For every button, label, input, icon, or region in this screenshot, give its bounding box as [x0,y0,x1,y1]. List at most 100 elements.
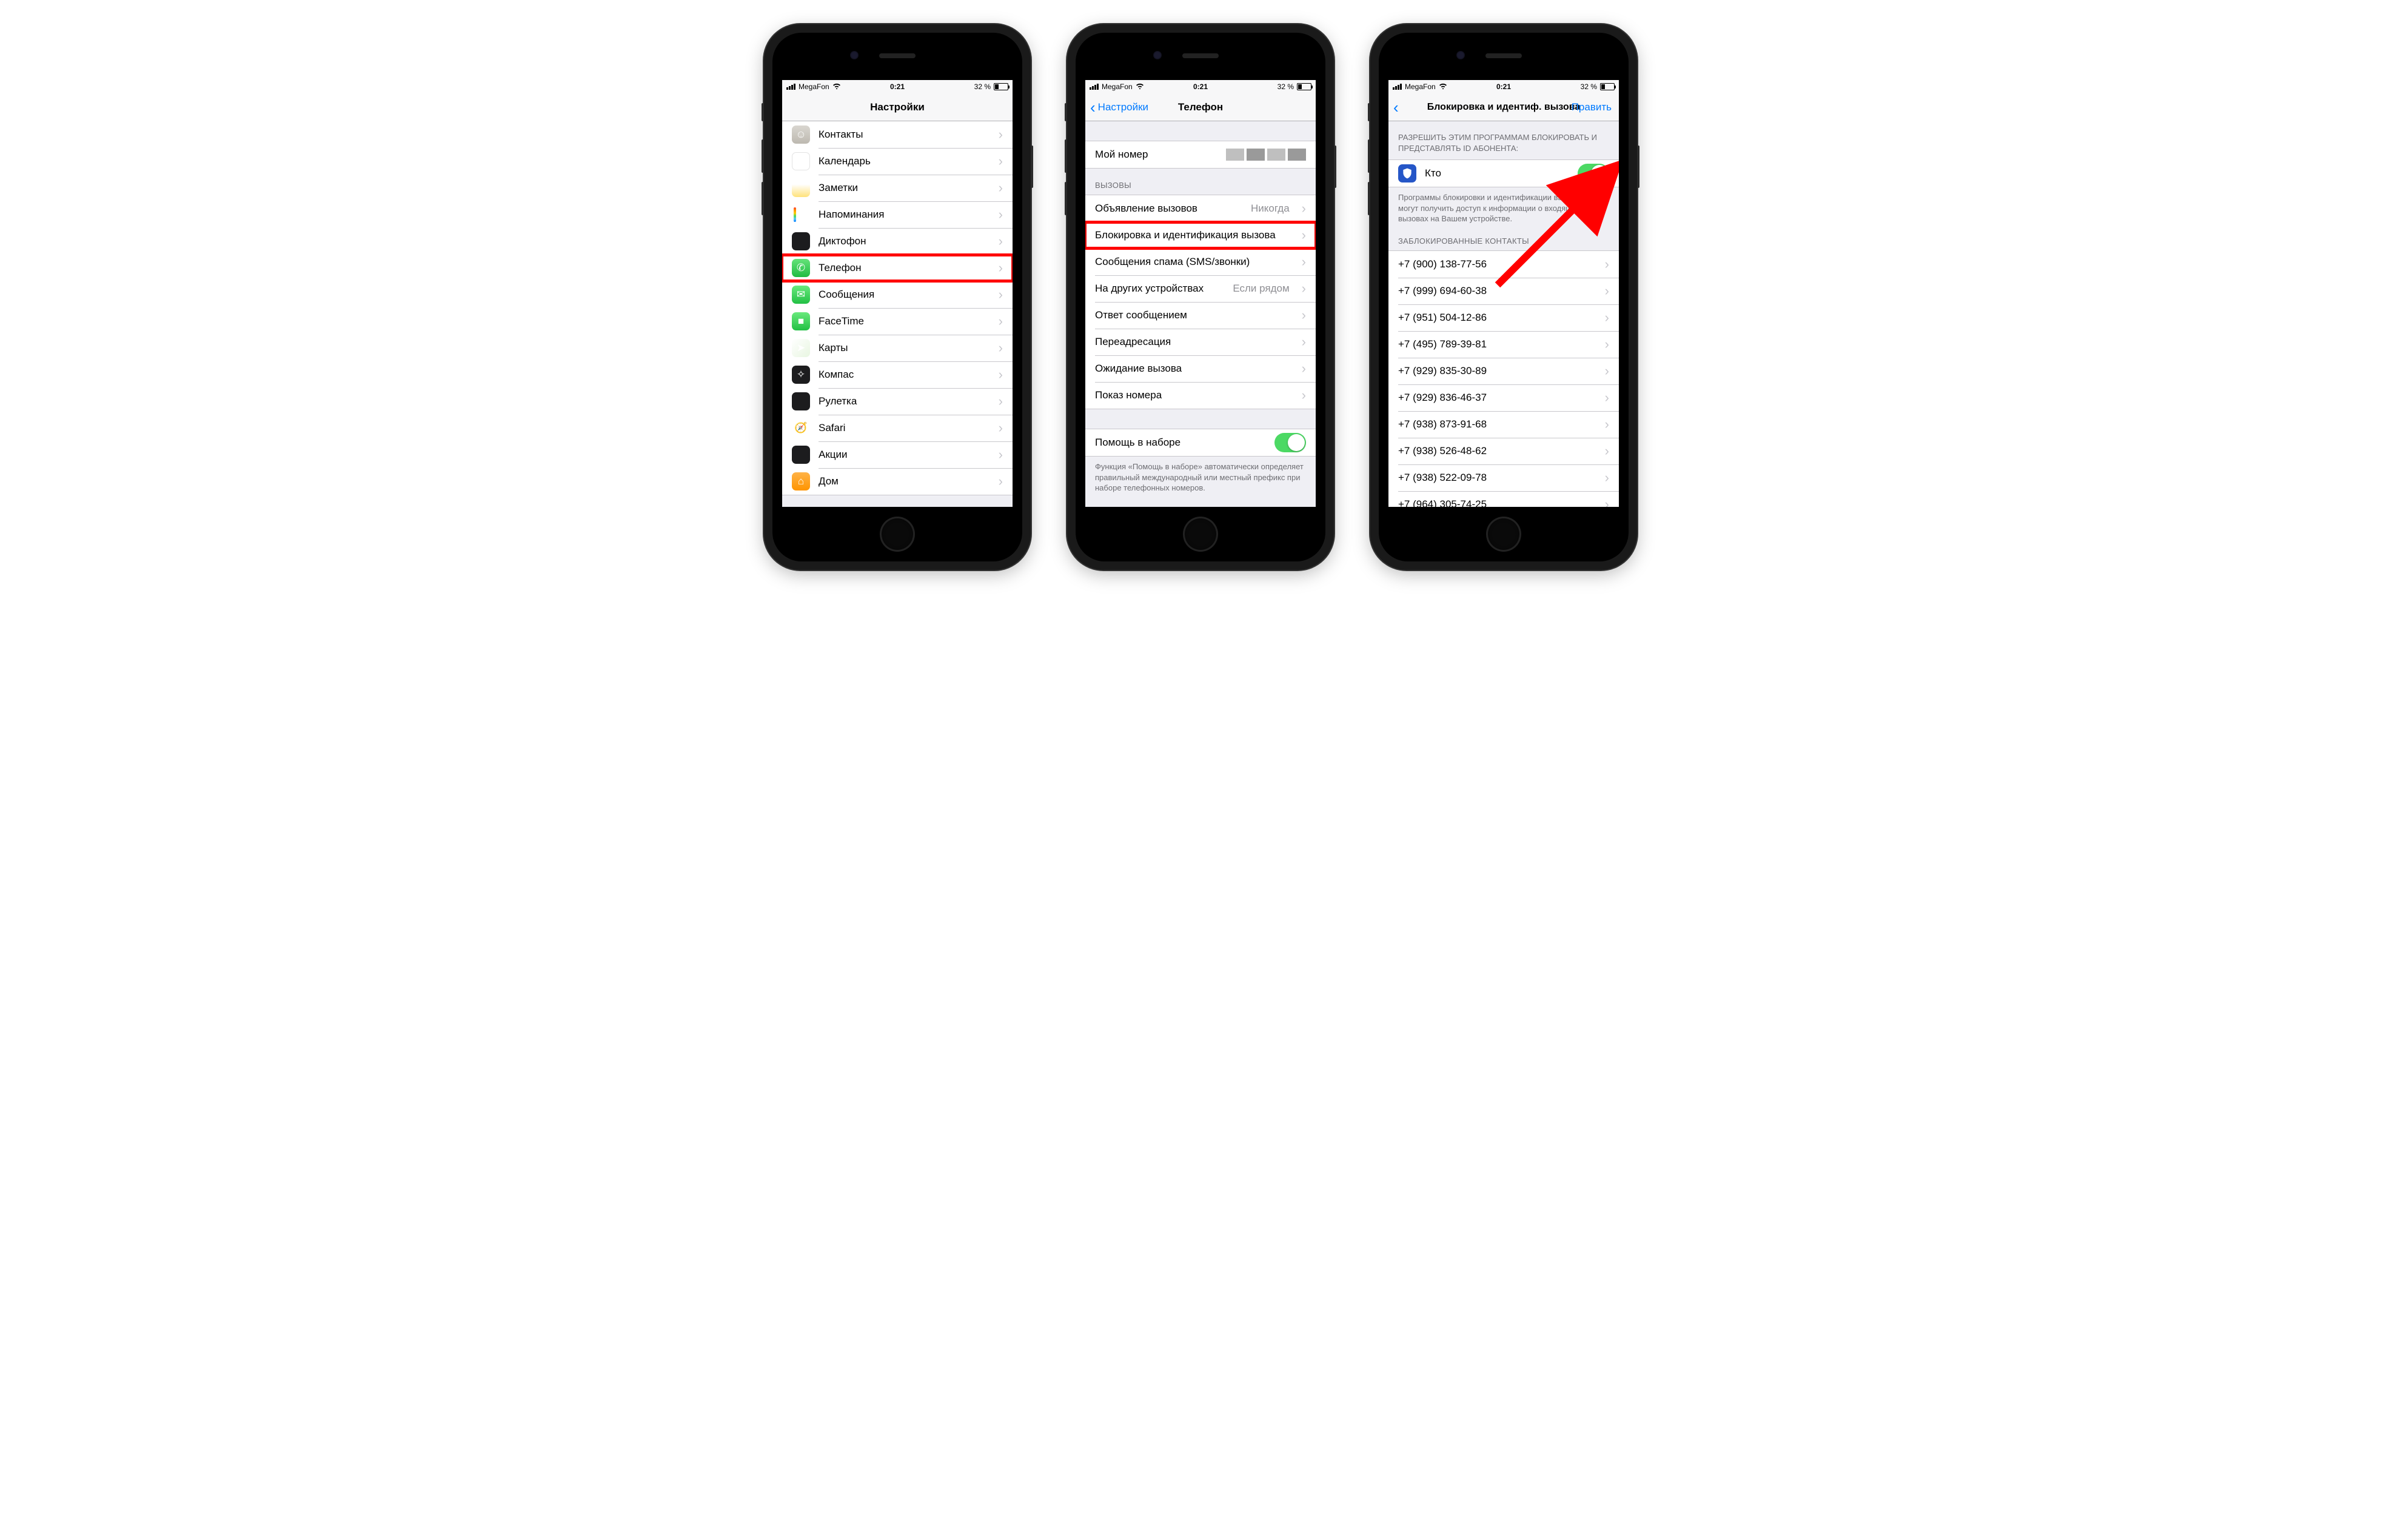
row-label: Safari [819,422,986,434]
back-button[interactable]: ‹ [1393,99,1399,115]
toggle-dial-assist[interactable] [1274,433,1306,452]
blocked-contact-row[interactable]: +7 (964) 305-74-25› [1388,491,1619,507]
chevron-right-icon: › [999,420,1003,436]
settings-row-stocks[interactable]: Акции› [782,441,1013,468]
settings-row-facetime[interactable]: ■FaceTime› [782,308,1013,335]
phone-settings-row[interactable]: На других устройствахЕсли рядом› [1085,275,1316,302]
row-label: Телефон [819,262,986,274]
chevron-right-icon: › [999,260,1003,276]
compass-icon: ✧ [792,366,810,384]
home-button[interactable] [1183,517,1218,552]
blocked-number: +7 (938) 522-09-78 [1398,472,1593,484]
row-dial-assist[interactable]: Помощь в наборе [1085,429,1316,456]
blocked-number: +7 (999) 694-60-38 [1398,285,1593,297]
settings-row-reminders[interactable]: Напоминания› [782,201,1013,228]
phone-settings-row[interactable]: Ответ сообщением› [1085,302,1316,329]
screen-settings: MegaFon 0:21 32 % Настройки ☺Контакты›Ка… [782,80,1013,507]
chevron-right-icon: › [1605,417,1609,432]
blocked-number: +7 (938) 526-48-62 [1398,445,1593,457]
blocked-contact-row[interactable]: +7 (495) 789-39-81› [1388,331,1619,358]
voice-icon [792,232,810,250]
home-button[interactable] [880,517,915,552]
blocked-contact-row[interactable]: +7 (999) 694-60-38› [1388,278,1619,304]
reminders-icon [792,206,810,224]
settings-row-safari[interactable]: 🧭Safari› [782,415,1013,441]
chevron-right-icon: › [999,313,1003,329]
phone-settings-row[interactable]: Переадресация › [1085,329,1316,355]
battery-icon [1600,83,1615,90]
settings-row-maps[interactable]: ➤Карты› [782,335,1013,361]
contacts-icon: ☺ [792,126,810,144]
nav-title: Телефон [1178,101,1223,113]
row-label: Контакты [819,129,986,141]
blocked-contact-row[interactable]: +7 (929) 836-46-37 › [1388,384,1619,411]
row-label: Объявление вызовов [1095,203,1242,215]
row-label: Сообщения [819,289,986,301]
nav-bar: ‹ Блокировка и идентиф. вызова Править [1388,93,1619,121]
row-app-kto[interactable]: Кто [1388,160,1619,187]
row-label: Переадресация [1095,336,1290,348]
toggle-app-kto[interactable] [1578,164,1609,183]
blocked-number: +7 (938) 873-91-68 [1398,418,1593,430]
row-value: Никогда [1251,203,1290,215]
battery-label: 32 % [974,82,991,91]
settings-row-home[interactable]: ⌂Дом› [782,468,1013,495]
blocked-contact-row[interactable]: +7 (929) 835-30-89› [1388,358,1619,384]
home-button[interactable] [1486,517,1521,552]
chevron-right-icon: › [1605,310,1609,326]
chevron-right-icon: › [999,287,1003,303]
row-label: Напоминания [819,209,986,221]
settings-row-messages[interactable]: ✉ Сообщения › [782,281,1013,308]
chevron-right-icon: › [1302,334,1306,350]
settings-row-calendar[interactable]: Календарь› [782,148,1013,175]
chevron-left-icon: ‹ [1090,99,1096,115]
edit-button[interactable]: Править [1572,101,1612,113]
row-label: Мой номер [1095,149,1217,161]
blocked-contact-row[interactable]: +7 (951) 504-12-86› [1388,304,1619,331]
wifi-icon [1439,82,1447,91]
chevron-right-icon: › [1605,470,1609,486]
chevron-right-icon: › [1605,390,1609,406]
blocked-contact-row[interactable]: +7 (938) 522-09-78 › [1388,464,1619,491]
screen-phone-settings: MegaFon 0:21 32 % ‹ Настройки Телефон [1085,80,1316,507]
phone-settings-row[interactable]: Сообщения спама (SMS/звонки)› [1085,249,1316,275]
nav-bar: ‹ Настройки Телефон [1085,93,1316,121]
row-label: Рулетка [819,395,986,407]
settings-row-voice[interactable]: Диктофон› [782,228,1013,255]
chevron-right-icon: › [999,340,1003,356]
calendar-icon [792,152,810,170]
row-label: Ожидание вызова [1095,363,1290,375]
nav-title: Настройки [870,101,925,113]
blocked-contact-row[interactable]: +7 (900) 138-77-56› [1388,251,1619,278]
facetime-icon: ■ [792,312,810,330]
phone-settings-row[interactable]: Блокировка и идентификация вызова› [1085,222,1316,249]
chevron-right-icon: › [1302,201,1306,216]
phone-settings-row[interactable]: Ожидание вызова › [1085,355,1316,382]
phone-settings-row[interactable]: Объявление вызовов Никогда › [1085,195,1316,222]
redacted-number [1226,149,1306,161]
blocked-contact-row[interactable]: +7 (938) 526-48-62› [1388,438,1619,464]
settings-row-phone[interactable]: ✆ Телефон › [782,255,1013,281]
settings-row-contacts[interactable]: ☺Контакты› [782,121,1013,148]
phone-icon: ✆ [792,259,810,277]
row-label: Диктофон [819,235,986,247]
nav-title: Блокировка и идентиф. вызова [1427,102,1581,113]
phone-settings-row[interactable]: Показ номера› [1085,382,1316,409]
blocked-number: +7 (929) 836-46-37 [1398,392,1593,404]
status-time: 0:21 [890,82,905,91]
blocked-contact-row[interactable]: +7 (938) 873-91-68 › [1388,411,1619,438]
notes-icon [792,179,810,197]
messages-icon: ✉ [792,286,810,304]
settings-row-notes[interactable]: Заметки› [782,175,1013,201]
status-bar: MegaFon 0:21 32 % [1388,80,1619,93]
back-button[interactable]: ‹ Настройки [1090,99,1148,115]
row-label: Дом [819,475,986,487]
settings-row-compass[interactable]: ✧Компас› [782,361,1013,388]
row-my-number[interactable]: Мой номер [1085,141,1316,168]
phone-1: MegaFon 0:21 32 % Настройки ☺Контакты›Ка… [764,24,1031,570]
chevron-right-icon: › [1302,361,1306,377]
settings-row-measure[interactable]: Рулетка› [782,388,1013,415]
speaker-grille [879,53,916,58]
chevron-right-icon: › [999,447,1003,463]
chevron-right-icon: › [1605,336,1609,352]
